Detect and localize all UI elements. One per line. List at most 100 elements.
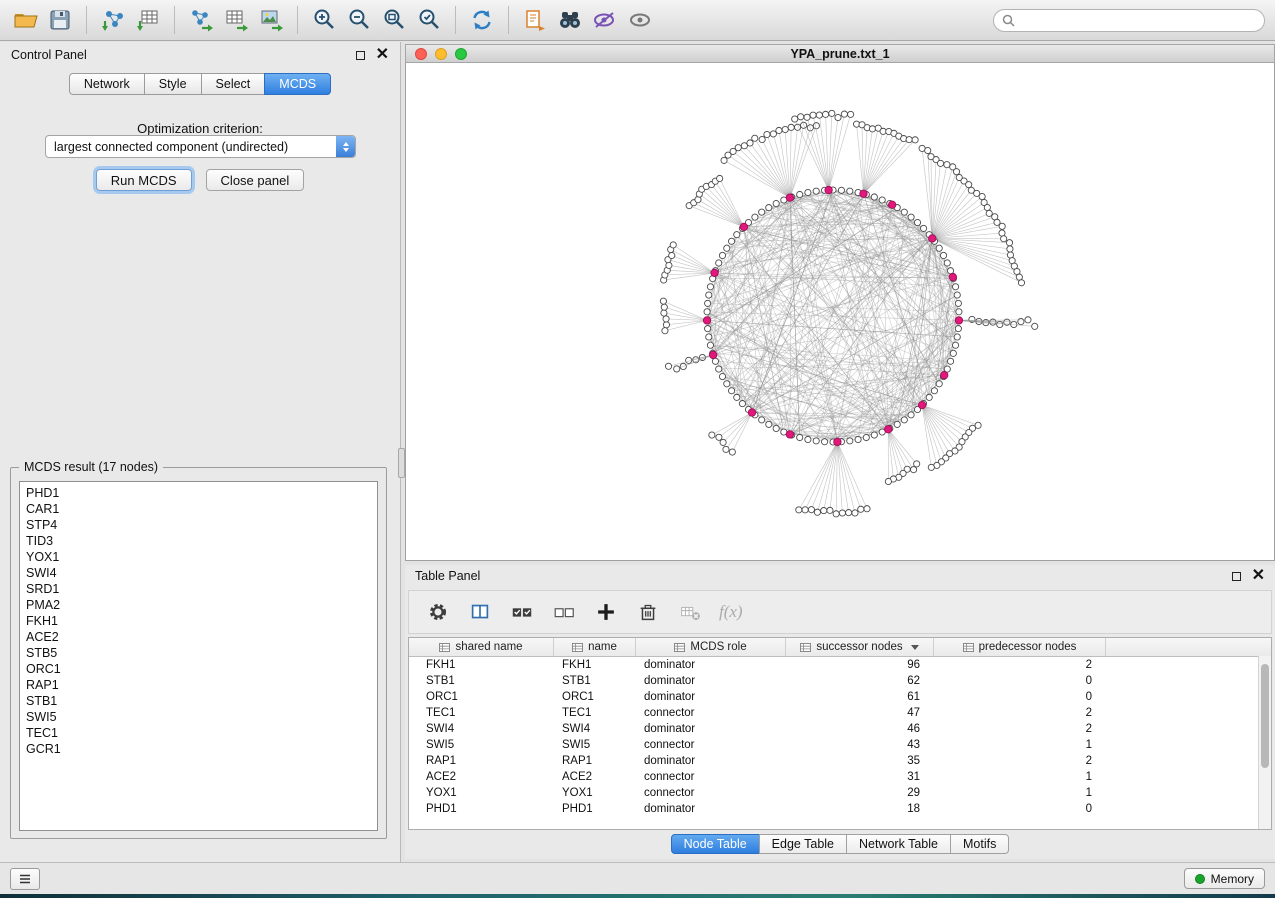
network-leaf-node[interactable] — [770, 131, 776, 137]
float-table-panel-icon[interactable] — [1232, 572, 1241, 581]
network-leaf-node[interactable] — [1025, 317, 1031, 323]
network-node[interactable] — [838, 187, 844, 193]
network-leaf-node[interactable] — [937, 160, 943, 166]
mcds-result-item[interactable]: SWI5 — [20, 709, 377, 725]
network-node[interactable] — [724, 381, 730, 387]
table-row[interactable]: ACE2ACE2connector311 — [409, 769, 1271, 785]
import-network-icon[interactable] — [98, 5, 128, 35]
close-table-panel-icon[interactable]: ✕ — [1252, 570, 1265, 582]
network-leaf-node[interactable] — [661, 304, 667, 310]
network-node[interactable] — [847, 188, 853, 194]
network-node[interactable] — [716, 260, 722, 266]
network-leaf-node[interactable] — [1018, 318, 1024, 324]
memory-button[interactable]: Memory — [1184, 868, 1265, 889]
network-leaf-node[interactable] — [752, 135, 758, 141]
network-node[interactable] — [947, 268, 953, 274]
network-hub-node[interactable] — [786, 194, 793, 201]
mcds-result-item[interactable]: STP4 — [20, 517, 377, 533]
network-leaf-node[interactable] — [833, 511, 839, 517]
network-leaf-node[interactable] — [953, 169, 959, 175]
mcds-result-item[interactable]: PMA2 — [20, 597, 377, 613]
network-leaf-node[interactable] — [661, 310, 667, 316]
table-row[interactable]: TEC1TEC1connector472 — [409, 705, 1271, 721]
automation-menu-button[interactable] — [10, 868, 40, 890]
column-menu-icon[interactable] — [911, 645, 919, 650]
network-leaf-node[interactable] — [816, 112, 822, 118]
network-hub-node[interactable] — [918, 401, 925, 408]
mcds-result-item[interactable]: PHD1 — [20, 485, 377, 501]
network-hub-node[interactable] — [949, 273, 956, 280]
network-node[interactable] — [719, 252, 725, 258]
network-node[interactable] — [955, 326, 961, 332]
network-hub-node[interactable] — [955, 317, 962, 324]
network-leaf-node[interactable] — [999, 230, 1005, 236]
network-leaf-node[interactable] — [979, 193, 985, 199]
network-leaf-node[interactable] — [910, 467, 916, 473]
network-node[interactable] — [926, 394, 932, 400]
network-hub-node[interactable] — [929, 235, 936, 242]
network-leaf-node[interactable] — [802, 507, 808, 513]
panel-splitter[interactable] — [398, 448, 405, 478]
network-leaf-node[interactable] — [925, 147, 931, 153]
export-network-icon[interactable] — [186, 5, 216, 35]
network-leaf-node[interactable] — [810, 112, 816, 118]
network-leaf-node[interactable] — [670, 242, 676, 248]
network-node[interactable] — [734, 394, 740, 400]
network-leaf-node[interactable] — [821, 508, 827, 514]
network-leaf-node[interactable] — [822, 111, 828, 117]
network-leaf-node[interactable] — [669, 252, 675, 258]
network-node[interactable] — [712, 358, 718, 364]
network-node[interactable] — [797, 191, 803, 197]
network-node[interactable] — [871, 432, 877, 438]
network-node[interactable] — [931, 388, 937, 394]
duplicate-style-icon[interactable] — [520, 5, 550, 35]
network-leaf-node[interactable] — [776, 127, 782, 133]
network-leaf-node[interactable] — [804, 114, 810, 120]
show-all-icon[interactable] — [625, 5, 655, 35]
network-canvas[interactable] — [405, 63, 1275, 561]
network-leaf-node[interactable] — [813, 123, 819, 129]
search-input[interactable] — [1021, 12, 1256, 28]
mcds-result-item[interactable]: FKH1 — [20, 613, 377, 629]
zoom-in-icon[interactable] — [309, 5, 339, 35]
table-row[interactable]: SWI4SWI4dominator462 — [409, 721, 1271, 737]
mcds-result-item[interactable]: GCR1 — [20, 741, 377, 757]
delete-row-icon[interactable] — [635, 599, 661, 625]
network-node[interactable] — [719, 373, 725, 379]
network-leaf-node[interactable] — [912, 137, 918, 143]
network-leaf-node[interactable] — [841, 111, 847, 117]
mcds-result-list[interactable]: PHD1CAR1STP4TID3YOX1SWI4SRD1PMA2FKH1ACE2… — [19, 481, 378, 831]
network-leaf-node[interactable] — [906, 137, 912, 143]
network-node[interactable] — [901, 417, 907, 423]
show-columns-icon[interactable] — [467, 599, 493, 625]
network-node[interactable] — [920, 225, 926, 231]
zoom-fit-icon[interactable] — [379, 5, 409, 35]
network-node[interactable] — [956, 309, 962, 315]
network-leaf-node[interactable] — [717, 175, 723, 181]
network-node[interactable] — [940, 252, 946, 258]
network-leaf-node[interactable] — [674, 366, 680, 372]
network-node[interactable] — [752, 214, 758, 220]
column-header-MCDS-role[interactable]: MCDS role — [636, 638, 786, 656]
float-panel-icon[interactable] — [356, 51, 365, 60]
export-table-icon[interactable] — [221, 5, 251, 35]
network-hub-node[interactable] — [885, 426, 892, 433]
network-node[interactable] — [954, 292, 960, 298]
network-leaf-node[interactable] — [729, 449, 735, 455]
add-row-icon[interactable] — [593, 599, 619, 625]
network-node[interactable] — [739, 400, 745, 406]
tab-network-table[interactable]: Network Table — [846, 834, 951, 854]
network-node[interactable] — [944, 260, 950, 266]
dropdown-stepper-icon[interactable] — [336, 136, 355, 157]
network-titlebar[interactable]: YPA_prune.txt_1 — [405, 44, 1275, 63]
network-node[interactable] — [734, 232, 740, 238]
first-neighbors-icon[interactable] — [555, 5, 585, 35]
column-header-successor-nodes[interactable]: successor nodes — [786, 638, 934, 656]
settings-gear-icon[interactable] — [425, 599, 451, 625]
network-node[interactable] — [728, 238, 734, 244]
network-leaf-node[interactable] — [858, 506, 864, 512]
network-node[interactable] — [950, 350, 956, 356]
network-node[interactable] — [766, 204, 772, 210]
mcds-result-item[interactable]: STB1 — [20, 693, 377, 709]
tab-node-table[interactable]: Node Table — [671, 834, 760, 854]
